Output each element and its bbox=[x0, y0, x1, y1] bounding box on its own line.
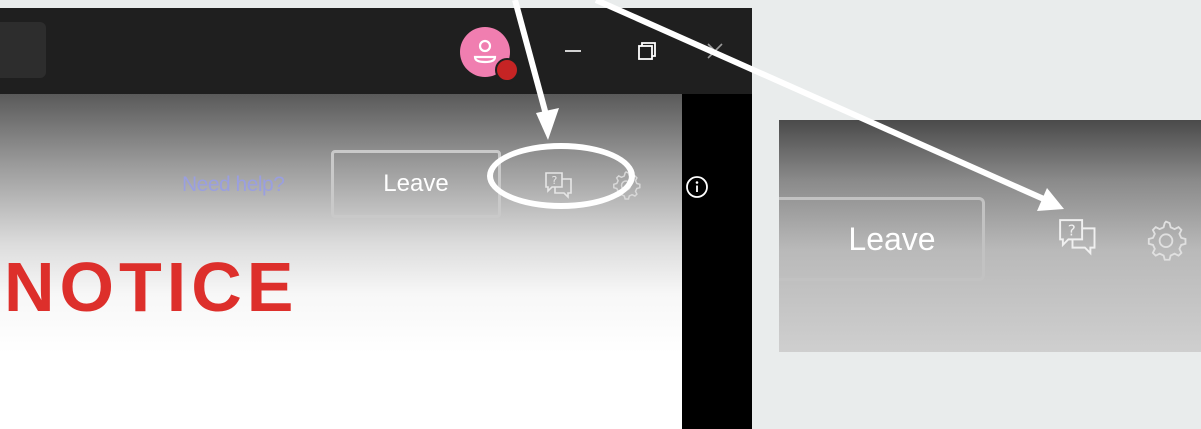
highlight-ellipse bbox=[487, 143, 635, 209]
close-button[interactable] bbox=[700, 36, 730, 66]
zoom-settings-button[interactable] bbox=[1143, 216, 1189, 264]
side-panel bbox=[682, 94, 752, 429]
zoom-leave-button[interactable]: Leave bbox=[779, 197, 985, 281]
svg-text:?: ? bbox=[1068, 221, 1076, 239]
leave-button[interactable]: Leave bbox=[331, 150, 501, 218]
minimize-icon bbox=[565, 50, 581, 52]
settings-icon bbox=[1147, 220, 1187, 261]
zoom-inset: Leave ? bbox=[779, 120, 1201, 352]
meeting-window: Need help? Leave ? NOTICE bbox=[0, 8, 752, 429]
status-badge bbox=[495, 58, 519, 82]
title-bar bbox=[0, 8, 752, 94]
close-icon bbox=[707, 43, 723, 59]
help-chat-icon: ? bbox=[1059, 219, 1096, 256]
notice-heading: NOTICE bbox=[4, 248, 299, 326]
info-icon bbox=[686, 176, 708, 198]
zoom-help-chat-button[interactable]: ? bbox=[1056, 216, 1100, 260]
restore-button[interactable] bbox=[632, 36, 662, 66]
need-help-link[interactable]: Need help? bbox=[182, 173, 285, 197]
title-bar-control[interactable] bbox=[0, 22, 46, 78]
info-button[interactable] bbox=[684, 174, 710, 200]
minimize-button[interactable] bbox=[558, 36, 588, 66]
restore-icon bbox=[638, 42, 656, 60]
